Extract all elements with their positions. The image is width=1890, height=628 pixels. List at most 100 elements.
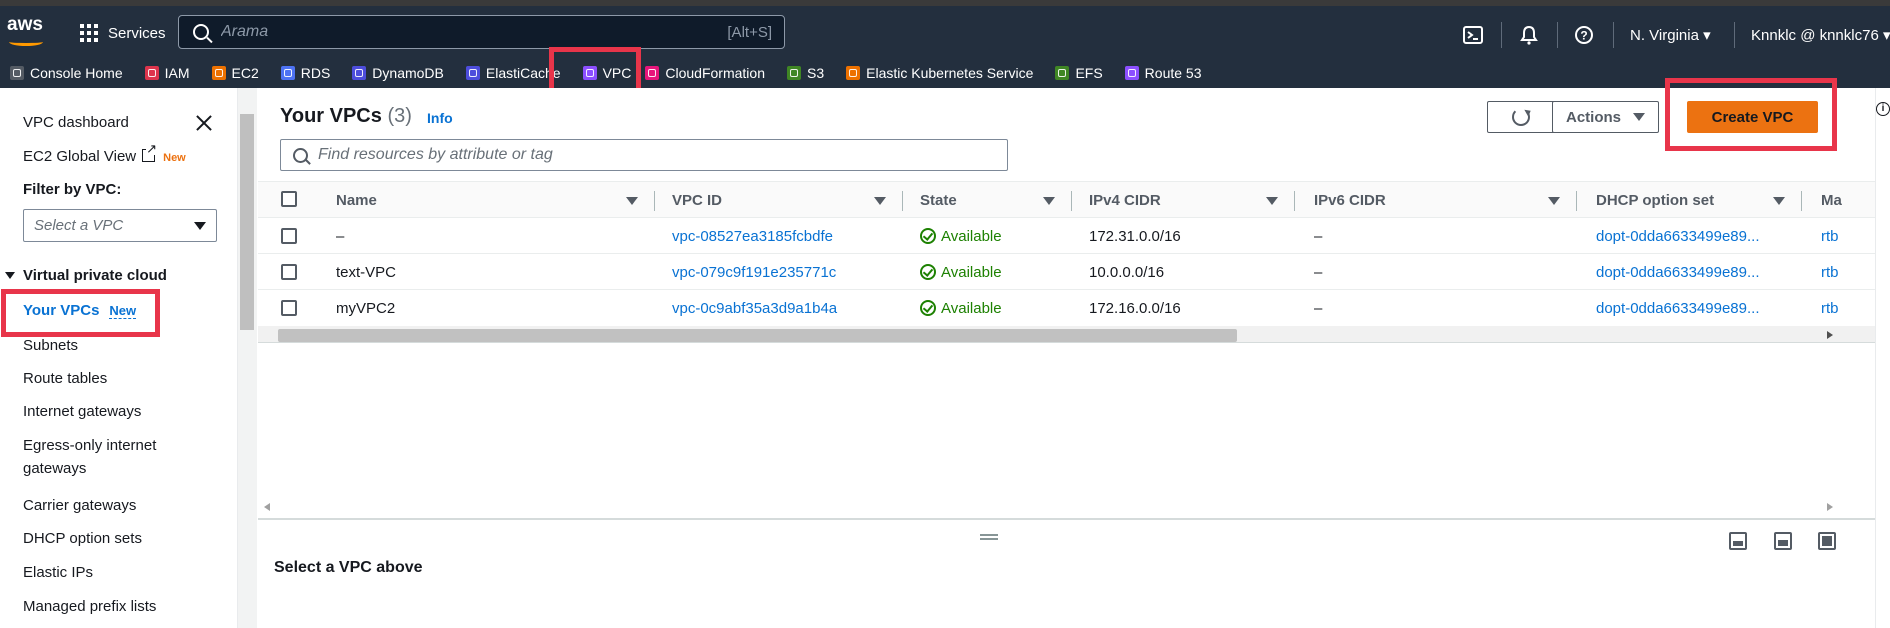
scroll-left-arrow[interactable] (264, 503, 270, 511)
cell-ipv6: – (1314, 299, 1323, 317)
sidebar-item-managed-prefix-lists[interactable]: Managed prefix lists (23, 598, 156, 615)
resource-filter[interactable] (280, 139, 1008, 171)
fav-cloudformation[interactable]: CloudFormation (645, 65, 765, 81)
sidebar-item-label: EC2 Global View (23, 148, 137, 165)
cell-main-route-table-link[interactable]: rtb (1821, 218, 1839, 254)
column-label: State (920, 192, 957, 209)
eks-icon (846, 66, 861, 80)
scroll-right-arrow[interactable] (1827, 331, 1833, 339)
column-header-ipv4-cidr[interactable]: IPv4 CIDR (1089, 182, 1161, 219)
services-menu-button[interactable]: Services (80, 20, 166, 46)
global-search[interactable]: [Alt+S] (178, 15, 785, 49)
cloudshell-icon[interactable] (1462, 24, 1484, 46)
sidebar-item-carrier-gateways[interactable]: Carrier gateways (23, 497, 136, 514)
fav-label: VPC (602, 65, 632, 81)
cell-dhcp-link[interactable]: dopt-0dda6633499e89... (1596, 290, 1759, 325)
section-virtual-private-cloud[interactable]: Virtual private cloud (5, 267, 167, 284)
split-panel-title: Select a VPC above (274, 559, 423, 576)
column-header-name[interactable]: Name (336, 182, 377, 219)
sidebar-item-dhcp-option-sets[interactable]: DHCP option sets (23, 530, 142, 547)
cell-dhcp-link[interactable]: dopt-0dda6633499e89... (1596, 254, 1759, 290)
panel-hide-icon[interactable] (1818, 532, 1836, 550)
sidebar-item-vpc-dashboard[interactable]: VPC dashboard (23, 114, 129, 131)
dynamodb-icon (352, 66, 367, 80)
cell-ipv4: 172.16.0.0/16 (1089, 299, 1181, 317)
state-label: Available (941, 299, 1002, 317)
fav-iam[interactable]: IAM (144, 65, 190, 81)
table-scroll-thumb[interactable] (278, 329, 1237, 342)
table-row[interactable]: – vpc-08527ea3185fcbdfe Available 172.31… (258, 218, 1875, 254)
row-checkbox[interactable] (281, 228, 297, 244)
sidebar-item-your-vpcs[interactable]: Your VPCs New (23, 302, 137, 319)
page-title-text: Your VPCs (280, 105, 382, 127)
cell-ipv6: – (1314, 227, 1323, 245)
refresh-icon (1512, 108, 1530, 126)
fav-ec2[interactable]: EC2 (211, 65, 259, 81)
sidebar-item-internet-gateways[interactable]: Internet gateways (23, 403, 141, 420)
column-header-state[interactable]: State (920, 182, 957, 219)
fav-vpc[interactable]: VPC (582, 65, 632, 81)
fav-label: Console Home (30, 65, 123, 81)
sidebar-item-subnets[interactable]: Subnets (23, 337, 78, 354)
sidebar-item-egress-only-internet-gateways[interactable]: Egress-only internet gateways (23, 437, 156, 477)
column-header-main-route-table[interactable]: Ma (1821, 182, 1842, 219)
resource-filter-input[interactable] (308, 141, 1007, 169)
account-menu[interactable]: Knnklc @ knnklc76 ▾ (1751, 26, 1890, 44)
top-navigation: aws Services [Alt+S] ? N. Virginia ▾ Knn… (0, 0, 1890, 58)
services-label: Services (108, 24, 166, 42)
info-panel-icon[interactable]: i (1876, 102, 1890, 116)
cell-dhcp-link[interactable]: dopt-0dda6633499e89... (1596, 218, 1759, 254)
fav-dynamodb[interactable]: DynamoDB (352, 65, 444, 81)
region-selector[interactable]: N. Virginia ▾ (1630, 26, 1711, 44)
fav-route53[interactable]: Route 53 (1124, 65, 1202, 81)
panel-bottom-icon[interactable] (1729, 532, 1747, 550)
aws-logo[interactable]: aws (7, 14, 49, 48)
close-icon[interactable] (194, 113, 214, 133)
fav-efs[interactable]: EFS (1055, 65, 1103, 81)
sidebar-item-elastic-ips[interactable]: Elastic IPs (23, 564, 93, 581)
actions-label: Actions (1565, 108, 1621, 126)
vpc-filter-select[interactable]: Select a VPC (23, 209, 217, 242)
fav-label: CloudFormation (665, 65, 765, 81)
refresh-button[interactable] (1487, 101, 1555, 133)
fav-eks[interactable]: Elastic Kubernetes Service (846, 65, 1033, 81)
cell-main-route-table-link[interactable]: rtb (1821, 254, 1839, 290)
sidebar-item-route-tables[interactable]: Route tables (23, 370, 107, 387)
fav-rds[interactable]: RDS (280, 65, 330, 81)
scroll-right-arrow[interactable] (1827, 503, 1833, 511)
select-all-checkbox[interactable] (281, 191, 297, 207)
sidebar-item-ec2-global-view[interactable]: EC2 Global View New (23, 142, 186, 165)
cell-state: Available (920, 218, 1002, 254)
help-icon[interactable]: ? (1573, 24, 1595, 46)
cell-ipv6: – (1314, 263, 1323, 281)
fav-elasticache[interactable]: ElastiCache (465, 65, 561, 81)
fav-s3[interactable]: S3 (787, 65, 824, 81)
panel-side-icon[interactable] (1774, 532, 1792, 550)
section-title: Virtual private cloud (23, 267, 167, 284)
vpc-icon (582, 66, 597, 80)
row-checkbox[interactable] (281, 300, 297, 316)
svg-text:?: ? (1580, 29, 1587, 43)
create-vpc-button[interactable]: Create VPC (1687, 101, 1818, 133)
split-panel-resize-handle[interactable] (980, 534, 998, 540)
global-search-input[interactable] (209, 17, 728, 47)
column-header-ipv6-cidr[interactable]: IPv6 CIDR (1314, 182, 1386, 219)
fav-label: EFS (1075, 65, 1103, 81)
fav-console-home[interactable]: Console Home (10, 65, 123, 81)
bell-icon[interactable] (1518, 24, 1540, 46)
cell-vpc-id-link[interactable]: vpc-0c9abf35a3d9a1b4a (672, 290, 837, 325)
sidebar-item-label: Your VPCs (23, 302, 100, 319)
actions-dropdown[interactable]: Actions (1552, 101, 1659, 133)
cell-name: – (336, 227, 345, 245)
column-header-dhcp-option-set[interactable]: DHCP option set (1596, 182, 1714, 219)
cell-vpc-id-link[interactable]: vpc-08527ea3185fcbdfe (672, 218, 833, 254)
table-row[interactable]: myVPC2 vpc-0c9abf35a3d9a1b4a Available 1… (258, 290, 1875, 325)
cell-main-route-table-link[interactable]: rtb (1821, 290, 1839, 325)
info-link[interactable]: Info (427, 110, 453, 126)
cell-vpc-id-link[interactable]: vpc-079c9f191e235771c (672, 254, 836, 290)
sidebar-scroll-thumb[interactable] (240, 114, 254, 330)
row-checkbox[interactable] (281, 264, 297, 280)
check-circle-icon (920, 228, 936, 244)
table-row[interactable]: text-VPC vpc-079c9f191e235771c Available… (258, 254, 1875, 290)
column-header-vpc-id[interactable]: VPC ID (672, 182, 722, 219)
